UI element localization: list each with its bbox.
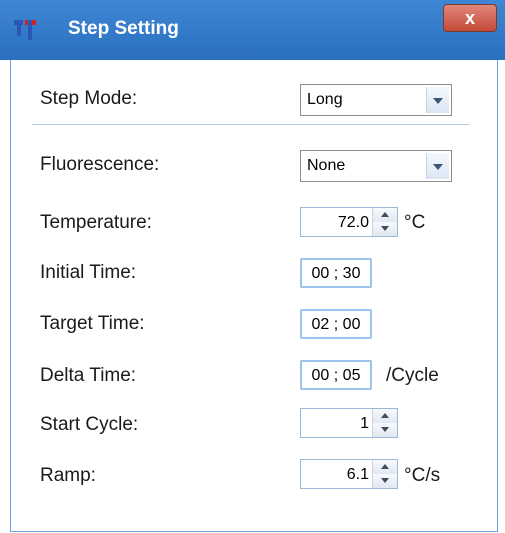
chevron-down-icon[interactable] — [426, 153, 449, 179]
window-title: Step Setting — [68, 18, 179, 39]
dialog-body — [10, 60, 498, 532]
decrement-arrow-icon[interactable] — [373, 423, 397, 437]
ramp-unit: °C/s — [404, 465, 441, 486]
start-cycle-label: Start Cycle: — [40, 414, 139, 435]
initial-time-field[interactable]: 00 ; 30 — [300, 258, 372, 288]
temperature-unit: °C — [404, 212, 426, 233]
temperature-spinner[interactable]: 72.0 — [300, 207, 398, 237]
ramp-spinner[interactable]: 6.1 — [300, 459, 398, 489]
delta-time-field[interactable]: 00 ; 05 — [300, 360, 372, 390]
target-time-value: 02 ; 00 — [311, 316, 361, 333]
step-mode-dropdown[interactable]: Long — [300, 84, 452, 116]
spinner-buttons — [372, 409, 397, 437]
chevron-down-icon[interactable] — [426, 87, 449, 113]
fluorescence-label: Fluorescence: — [40, 154, 160, 175]
temperature-value: 72.0 — [337, 214, 369, 231]
app-logo-icon — [14, 20, 36, 40]
target-time-label: Target Time: — [40, 313, 145, 334]
step-mode-label: Step Mode: — [40, 88, 138, 109]
delta-time-unit: /Cycle — [386, 365, 439, 386]
initial-time-value: 00 ; 30 — [311, 265, 361, 282]
fluorescence-value: None — [307, 157, 346, 174]
ramp-label: Ramp: — [40, 465, 96, 486]
increment-arrow-icon[interactable] — [373, 208, 397, 223]
title-bar[interactable]: Step Setting x — [0, 0, 505, 60]
decrement-arrow-icon[interactable] — [373, 474, 397, 488]
increment-arrow-icon[interactable] — [373, 460, 397, 475]
fluorescence-dropdown[interactable]: None — [300, 150, 452, 182]
step-setting-dialog: Step Setting x Step Mode: Long Fluoresce… — [0, 0, 505, 533]
delta-time-value: 00 ; 05 — [311, 367, 361, 384]
start-cycle-spinner[interactable]: 1 — [300, 408, 398, 438]
decrement-arrow-icon[interactable] — [373, 222, 397, 236]
start-cycle-value: 1 — [360, 415, 369, 432]
divider — [32, 124, 470, 125]
temperature-label: Temperature: — [40, 212, 152, 233]
spinner-buttons — [372, 208, 397, 236]
spinner-buttons — [372, 460, 397, 488]
initial-time-label: Initial Time: — [40, 262, 137, 283]
ramp-value: 6.1 — [346, 466, 369, 483]
increment-arrow-icon[interactable] — [373, 409, 397, 424]
step-mode-value: Long — [307, 91, 343, 108]
target-time-field[interactable]: 02 ; 00 — [300, 309, 372, 339]
delta-time-label: Delta Time: — [40, 365, 137, 386]
close-button[interactable]: x — [443, 4, 497, 32]
